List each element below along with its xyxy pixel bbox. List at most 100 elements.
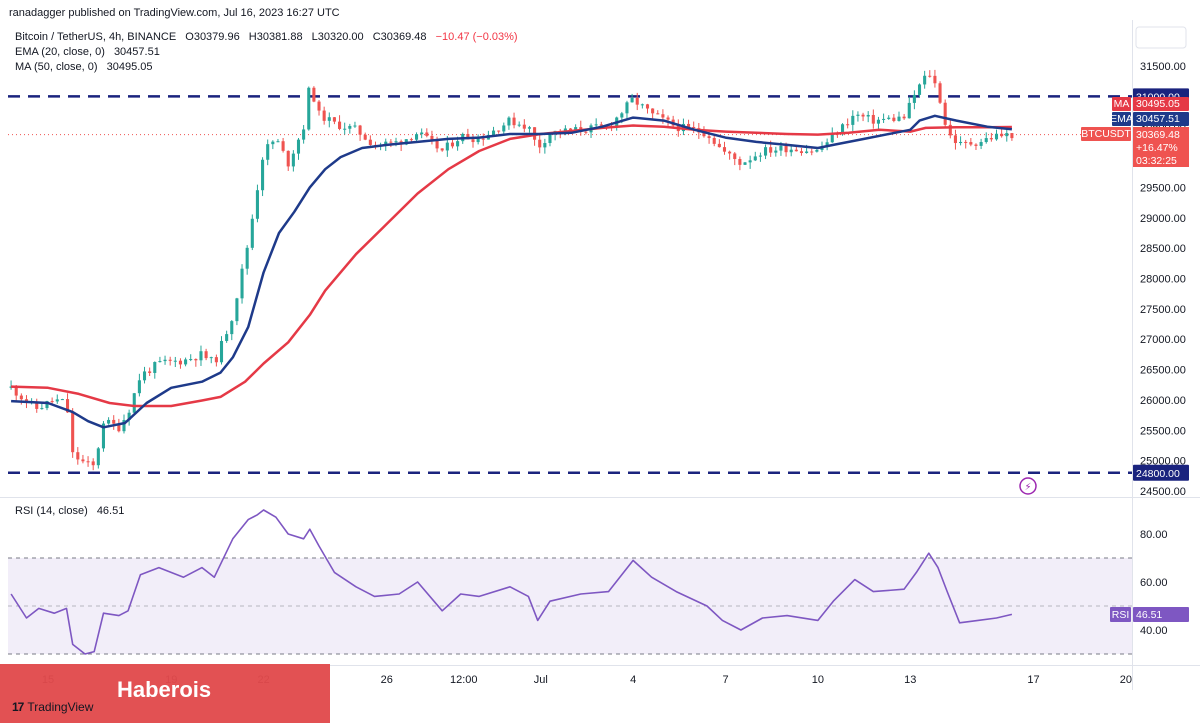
candle-body	[471, 139, 475, 143]
candle-body	[296, 139, 301, 154]
time-tick-label: 7	[722, 674, 728, 686]
candle-body	[938, 83, 942, 103]
candle-body	[276, 141, 280, 143]
candle-body	[645, 104, 650, 109]
candle-body	[769, 147, 773, 153]
rsi-legend-label: RSI (14, close)	[15, 505, 88, 517]
candle-body	[189, 359, 193, 361]
candle-body	[522, 124, 526, 129]
candle-body	[60, 399, 64, 401]
candle-body	[758, 155, 762, 157]
candle-body	[266, 144, 270, 160]
candle-body	[317, 101, 321, 111]
support-tag: 24800.00	[1136, 468, 1180, 480]
candle-body	[240, 268, 244, 299]
candle-body	[651, 108, 655, 114]
candle-body	[625, 102, 629, 114]
candle-body	[245, 247, 249, 269]
tradingview-logo[interactable]: 17 TradingView	[12, 700, 93, 714]
candle-body	[882, 118, 886, 120]
candle-body	[137, 380, 141, 394]
candle-body	[214, 357, 218, 363]
bar-countdown: 03:32:25	[1136, 155, 1177, 167]
ema-legend-label: EMA (20, close, 0)	[15, 46, 105, 58]
candle-body	[204, 351, 208, 359]
candle-body	[933, 75, 937, 84]
candle-body	[815, 149, 819, 152]
ema-legend[interactable]: EMA (20, close, 0) 30457.51	[15, 46, 166, 58]
candle-body	[55, 399, 59, 402]
candle-body	[717, 143, 721, 148]
candle-body	[230, 321, 234, 335]
chart-canvas[interactable]: 24500.0025000.0025500.0026000.0026500.00…	[0, 0, 1200, 723]
candle-body	[917, 84, 922, 95]
candle-body	[527, 127, 531, 129]
candle-body	[81, 459, 85, 462]
close-value: C30369.48	[372, 31, 427, 43]
candle-body	[271, 141, 275, 145]
rsi-name-tag: RSI	[1112, 609, 1130, 621]
rsi-legend[interactable]: RSI (14, close) 46.51	[15, 505, 130, 517]
candle-body	[497, 130, 501, 132]
candle-body	[661, 114, 665, 118]
watermark-text: Haberois	[117, 677, 212, 702]
candle-body	[1005, 133, 1009, 137]
candle-body	[491, 130, 496, 135]
candle-body	[1000, 133, 1004, 137]
ema-name-tag: EMA	[1110, 113, 1133, 125]
lightning-glyph: ⚡	[1024, 482, 1031, 493]
ma-legend[interactable]: MA (50, close, 0) 30495.05	[15, 61, 159, 73]
price-tick-label: 28500.00	[1140, 243, 1186, 255]
ma-legend-label: MA (50, close, 0)	[15, 61, 98, 73]
candle-body	[358, 125, 362, 135]
candle-body	[959, 141, 963, 144]
ma-50-line	[11, 124, 1012, 408]
candle-body	[219, 340, 224, 363]
candle-body	[635, 97, 639, 105]
candle-body	[302, 129, 306, 140]
candle-body	[912, 94, 916, 103]
candle-body	[71, 412, 75, 453]
candle-body	[774, 150, 778, 153]
candle-body	[132, 393, 136, 413]
candle-body	[861, 114, 865, 117]
price-tick-label: 25500.00	[1140, 425, 1186, 437]
candle-body	[856, 114, 860, 116]
candle-body	[430, 135, 434, 140]
candle-body	[979, 142, 983, 146]
price-tick-label: 27000.00	[1140, 334, 1186, 346]
candle-body	[153, 362, 157, 373]
candle-body	[548, 133, 552, 144]
candle-body	[538, 139, 542, 148]
candle-body	[338, 121, 342, 129]
candle-body	[810, 151, 814, 153]
time-tick-label: 20	[1120, 674, 1132, 686]
candle-body	[887, 117, 891, 119]
candle-body	[353, 125, 357, 127]
candle-body	[415, 134, 419, 140]
candle-body	[40, 408, 44, 410]
candle-body	[209, 357, 213, 359]
tradingview-logo-text: TradingView	[27, 700, 94, 714]
symbol-legend[interactable]: Bitcoin / TetherUS, 4h, BINANCE O30379.9…	[15, 31, 524, 43]
candle-body	[178, 360, 182, 365]
time-tick-label: 4	[630, 674, 636, 686]
rsi-tick-label: 60.00	[1140, 577, 1168, 589]
candle-body	[19, 395, 23, 400]
candle-body	[286, 150, 290, 167]
change-value: −10.47 (−0.03%)	[435, 31, 518, 43]
time-tick-label: 13	[904, 674, 916, 686]
candle-body	[450, 142, 455, 147]
candle-body	[748, 160, 752, 163]
candle-body	[199, 351, 203, 361]
price-tick-label: 27500.00	[1140, 304, 1186, 316]
candle-body	[984, 138, 988, 143]
candle-body	[799, 151, 804, 154]
candle-body	[312, 87, 316, 102]
candle-body	[743, 162, 747, 165]
publisher-line: ranadagger published on TradingView.com,…	[9, 7, 340, 19]
candle-body	[897, 116, 901, 121]
candle-body	[343, 128, 347, 130]
candle-body	[964, 141, 968, 143]
price-tick-label: 29500.00	[1140, 182, 1186, 194]
